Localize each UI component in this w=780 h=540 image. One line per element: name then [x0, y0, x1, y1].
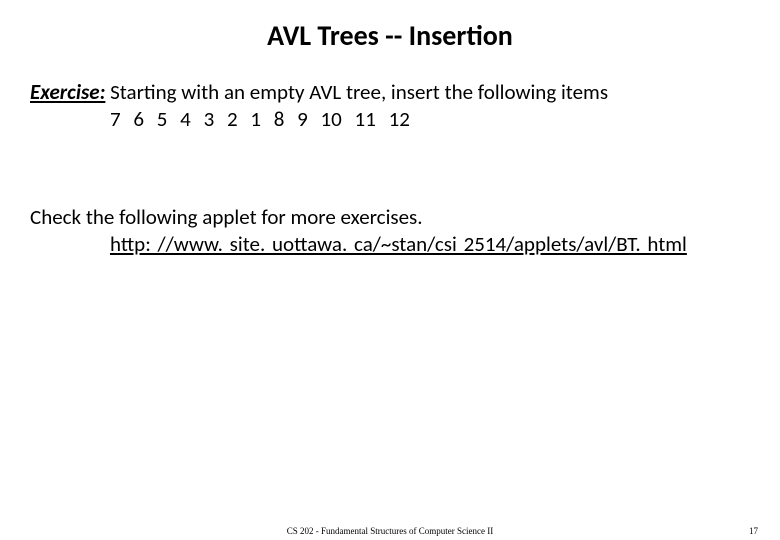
exercise-label: Exercise: — [30, 79, 105, 105]
exercise-prompt: Starting with an empty AVL tree, insert … — [105, 79, 608, 105]
exercise-line: Exercise: Starting with an empty AVL tre… — [30, 79, 750, 106]
applet-link[interactable]: http: //www. site. uottawa. ca/~stan/csi… — [110, 231, 687, 257]
page-number: 17 — [749, 526, 758, 536]
slide-body: Exercise: Starting with an empty AVL tre… — [30, 79, 750, 258]
footer-course: CS 202 - Fundamental Structures of Compu… — [0, 526, 780, 536]
slide: AVL Trees -- Insertion Exercise: Startin… — [0, 0, 780, 540]
spacer — [30, 134, 750, 204]
check-line: Check the following applet for more exer… — [30, 204, 750, 231]
exercise-items: 7 6 5 4 3 2 1 8 9 10 11 12 — [30, 106, 750, 133]
link-line: http: //www. site. uottawa. ca/~stan/csi… — [30, 231, 750, 258]
slide-title: AVL Trees -- Insertion — [30, 18, 750, 53]
